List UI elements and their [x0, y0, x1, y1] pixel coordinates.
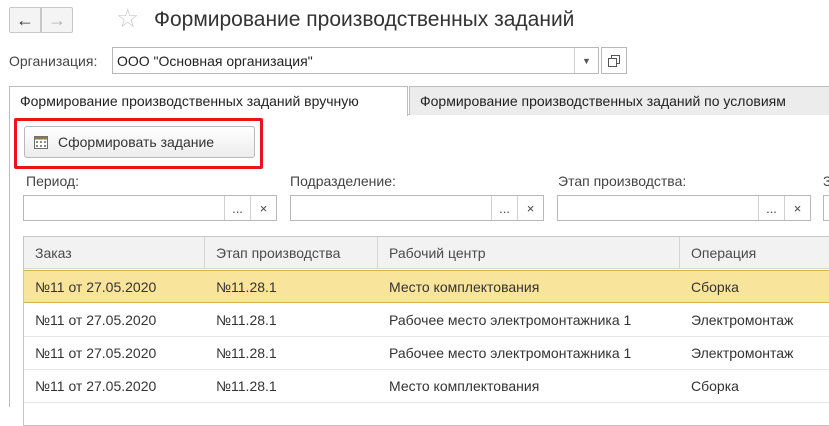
- page-title: Формирование производственных заданий: [154, 8, 575, 31]
- open-window-icon: [608, 54, 620, 67]
- order-cell: №11 от 27.05.2020: [35, 378, 157, 394]
- work-center-cell: Рабочее место электромонтажника 1: [389, 345, 632, 361]
- order-cell: №11 от 27.05.2020: [35, 312, 157, 328]
- column-header-order[interactable]: Заказ: [24, 237, 205, 268]
- stage-cell: №11.28.1: [216, 378, 277, 394]
- chevron-down-icon: ▼: [582, 55, 591, 66]
- tab-manual[interactable]: Формирование производственных заданий вр…: [9, 86, 408, 116]
- tab-by-conditions[interactable]: Формирование производственных заданий по…: [409, 86, 829, 115]
- table-row[interactable]: №11 от 27.05.2020 №11.28.1 Рабочее место…: [24, 337, 829, 370]
- stage-cell: №11.28.1: [216, 345, 277, 361]
- create-task-button[interactable]: Сформировать задание: [24, 126, 255, 158]
- column-header-operation[interactable]: Операция: [680, 237, 829, 268]
- organization-label: Организация:: [9, 53, 98, 69]
- period-label: Период:: [26, 173, 79, 189]
- table-row[interactable]: №11 от 27.05.2020 №11.28.1 Рабочее место…: [24, 304, 829, 337]
- stage-field[interactable]: ... ×: [557, 195, 811, 221]
- calendar-icon: [34, 135, 48, 149]
- order-cell: №11 от 27.05.2020: [35, 278, 157, 295]
- stage-cell: №11.28.1: [216, 312, 277, 328]
- star-icon[interactable]: ☆: [116, 5, 139, 31]
- work-center-cell: Место комплектования: [389, 378, 540, 394]
- table-header: Заказ Этап производства Рабочий центр Оп…: [24, 237, 829, 269]
- column-header-work-center[interactable]: Рабочий центр: [378, 237, 680, 268]
- forward-button[interactable]: →: [41, 7, 73, 33]
- organization-value: ООО "Основная организация": [117, 53, 313, 69]
- arrow-right-icon: →: [48, 10, 66, 30]
- dropdown-button[interactable]: ▼: [574, 48, 598, 73]
- select-button[interactable]: ...: [758, 196, 784, 220]
- tab-panel-border: [9, 115, 10, 407]
- period-field[interactable]: ... ×: [23, 195, 277, 221]
- work-center-cell: Рабочее место электромонтажника 1: [389, 312, 632, 328]
- table-row[interactable]: №11 от 27.05.2020 №11.28.1 Место комплек…: [24, 370, 829, 403]
- select-button[interactable]: ...: [224, 196, 250, 220]
- open-organization-button[interactable]: [601, 47, 627, 74]
- table-row[interactable]: №11 от 27.05.2020 №11.28.1 Место комплек…: [24, 270, 829, 303]
- stage-cell: №11.28.1: [216, 278, 277, 295]
- department-label: Подразделение:: [290, 173, 396, 189]
- clear-icon[interactable]: ×: [784, 196, 810, 220]
- create-task-label: Сформировать задание: [58, 134, 215, 150]
- orders-table: Заказ Этап производства Рабочий центр Оп…: [23, 236, 829, 426]
- work-center-cell: Место комплектования: [389, 278, 540, 295]
- operation-cell: Электромонтаж: [691, 312, 794, 328]
- select-button[interactable]: ...: [491, 196, 517, 220]
- column-header-stage[interactable]: Этап производства: [205, 237, 378, 268]
- operation-cell: Сборка: [691, 378, 739, 394]
- arrow-left-icon: ←: [16, 10, 34, 30]
- clear-icon[interactable]: ×: [517, 196, 543, 220]
- operation-cell: Сборка: [691, 278, 739, 295]
- back-button[interactable]: ←: [9, 7, 41, 33]
- order-cell: №11 от 27.05.2020: [35, 345, 157, 361]
- organization-field[interactable]: ООО "Основная организация" ▼: [112, 47, 599, 74]
- clear-icon[interactable]: ×: [250, 196, 276, 220]
- operation-cell: Электромонтаж: [691, 345, 794, 361]
- stage-label: Этап производства:: [558, 173, 687, 189]
- department-field[interactable]: ... ×: [290, 195, 544, 221]
- extra-filter-label: З: [823, 173, 829, 189]
- extra-filter-field[interactable]: [823, 195, 829, 221]
